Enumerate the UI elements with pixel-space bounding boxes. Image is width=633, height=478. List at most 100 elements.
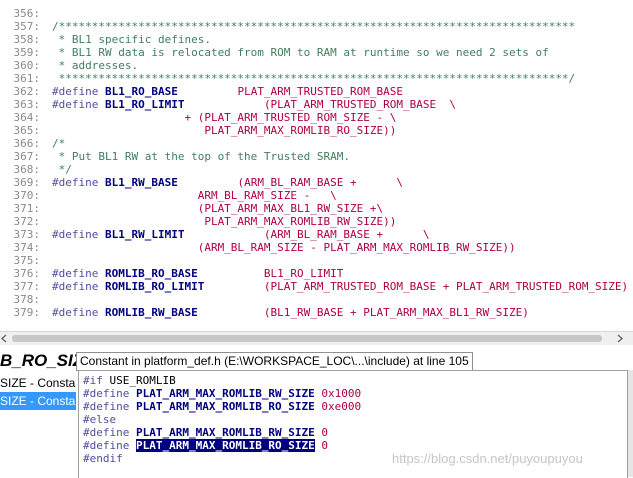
code-token: 0: [314, 439, 329, 452]
code-token: * BL1 specific defines.: [52, 33, 211, 46]
code-token: (ARM_BL_RAM_BASE + \: [184, 228, 430, 241]
line-number: 378:: [13, 293, 41, 306]
code-text: ****************************************…: [52, 72, 576, 85]
code-token: #define: [83, 439, 136, 452]
definition-line: #endif: [83, 452, 123, 465]
line-number: 369:: [13, 176, 41, 189]
line-number: 358:: [13, 33, 41, 46]
line-number: 365:: [13, 124, 41, 137]
code-token: BL1_RO_LIMIT: [197, 267, 344, 280]
code-token: #if: [83, 374, 110, 387]
code-token: #define: [52, 267, 105, 280]
code-token: #define: [52, 280, 105, 293]
popup-vertical-scrollbar[interactable]: [628, 370, 633, 477]
code-line: 356:: [0, 7, 633, 20]
code-line: 358: * BL1 specific defines.: [0, 33, 633, 46]
line-number: 367:: [13, 150, 41, 163]
code-token: 0xe000: [314, 400, 362, 413]
code-token: (PLAT_ARM_TRUSTED_ROM_BASE + PLAT_ARM_TR…: [204, 280, 629, 293]
definition-line: #define PLAT_ARM_MAX_ROMLIB_RO_SIZE 0xe0…: [83, 400, 361, 413]
code-text: ARM_BL_RAM_SIZE - \: [52, 189, 337, 202]
code-token: BL1_RO_LIMIT: [104, 98, 185, 111]
scroll-right-icon[interactable]: [615, 334, 624, 343]
code-text: #define BL1_RW_BASE (ARM_BL_RAM_BASE + \: [52, 176, 403, 189]
code-token: #define: [52, 306, 105, 319]
code-text: + (PLAT_ARM_TRUSTED_ROM_SIZE - \: [52, 111, 396, 124]
line-number: 368:: [13, 163, 41, 176]
code-text: /*: [52, 137, 65, 150]
code-token: (PLAT_ARM_MAX_BL1_RW_SIZE +\: [52, 202, 384, 215]
code-token: + (PLAT_ARM_TRUSTED_ROM_SIZE - \: [52, 111, 397, 124]
definition-line: #define PLAT_ARM_MAX_ROMLIB_RW_SIZE 0: [83, 426, 328, 439]
definition-line: #define PLAT_ARM_MAX_ROMLIB_RO_SIZE 0: [83, 439, 328, 452]
code-line: 378:: [0, 293, 633, 306]
code-text: * Put BL1 RW at the top of the Trusted S…: [52, 150, 350, 163]
code-text: PLAT_ARM_MAX_ROMLIB_RW_SIZE)): [52, 215, 396, 228]
code-text: #define ROMLIB_RW_BASE (BL1_RW_BASE + PL…: [52, 306, 529, 319]
line-number: 377:: [13, 280, 41, 293]
code-line: 361: ***********************************…: [0, 72, 633, 85]
code-token: #define: [52, 176, 105, 189]
code-token: * Put BL1 RW at the top of the Trusted S…: [52, 150, 351, 163]
code-token: PLAT_ARM_MAX_ROMLIB_RW_SIZE: [135, 387, 315, 400]
scrollbar-thumb[interactable]: [12, 335, 602, 342]
code-token: #define: [83, 400, 136, 413]
line-number: 373:: [13, 228, 41, 241]
code-token: PLAT_ARM_MAX_ROMLIB_RO_SIZE)): [52, 124, 397, 137]
code-token: PLAT_ARM_MAX_ROMLIB_RW_SIZE)): [52, 215, 397, 228]
line-number: 376:: [13, 267, 41, 280]
code-text: * BL1 specific defines.: [52, 33, 211, 46]
code-token: BL1_RO_BASE: [104, 85, 178, 98]
code-token: #define: [83, 387, 136, 400]
code-line: 366: /*: [0, 137, 633, 150]
code-text: PLAT_ARM_MAX_ROMLIB_RO_SIZE)): [52, 124, 396, 137]
code-line: 365: PLAT_ARM_MAX_ROMLIB_RO_SIZE)): [0, 124, 633, 137]
line-number: 372:: [13, 215, 41, 228]
code-line: 362: #define BL1_RO_BASE PLAT_ARM_TRUSTED…: [0, 85, 633, 98]
code-line: 373: #define BL1_RW_LIMIT (ARM_BL_RAM_BAS…: [0, 228, 633, 241]
code-text: (PLAT_ARM_MAX_BL1_RW_SIZE +\: [52, 202, 383, 215]
code-token: (ARM_BL_RAM_BASE + \: [177, 176, 404, 189]
code-token: * BL1 RW data is relocated from ROM to R…: [52, 46, 549, 59]
code-line: 379: #define ROMLIB_RW_BASE (BL1_RW_BASE …: [0, 306, 633, 319]
code-text: #define BL1_RW_LIMIT (ARM_BL_RAM_BASE + …: [52, 228, 430, 241]
code-text: (ARM_BL_RAM_SIZE - PLAT_ARM_MAX_ROMLIB_R…: [52, 241, 516, 254]
scroll-left-icon[interactable]: [0, 334, 9, 343]
code-token: BL1_RW_LIMIT: [104, 228, 185, 241]
code-line: 370: ARM_BL_RAM_SIZE - \: [0, 189, 633, 202]
code-token: PLAT_ARM_TRUSTED_ROM_BASE: [177, 85, 404, 98]
code-line: 376: #define ROMLIB_RO_BASE BL1_RO_LIMIT: [0, 267, 633, 280]
code-editor[interactable]: 356: 357:/*******************************…: [0, 0, 633, 330]
code-text: #define ROMLIB_RO_BASE BL1_RO_LIMIT: [52, 267, 343, 280]
code-text: * addresses.: [52, 59, 138, 72]
line-number: 356:: [13, 7, 41, 20]
code-line: 360: * addresses.: [0, 59, 633, 72]
horizontal-scrollbar[interactable]: [0, 331, 633, 345]
definition-line: #define PLAT_ARM_MAX_ROMLIB_RW_SIZE 0x10…: [83, 387, 361, 400]
outline-list-item-selected[interactable]: SIZE - Consta: [0, 392, 76, 410]
code-text: */: [52, 163, 72, 176]
code-token: #else: [83, 413, 117, 426]
code-token: ROMLIB_RO_LIMIT: [104, 280, 205, 293]
line-number: 370:: [13, 189, 41, 202]
code-line: 364: + (PLAT_ARM_TRUSTED_ROM_SIZE - \: [0, 111, 633, 124]
code-token: PLAT_ARM_MAX_ROMLIB_RW_SIZE: [135, 426, 315, 439]
code-line: 359: * BL1 RW data is relocated from ROM…: [0, 46, 633, 59]
code-token: ROMLIB_RW_BASE: [104, 306, 198, 319]
symbol-info-tooltip: Constant in platform_def.h (E:\WORKSPACE…: [76, 352, 473, 371]
code-token: PLAT_ARM_MAX_ROMLIB_RO_SIZE: [135, 400, 315, 413]
code-line: 367: * Put BL1 RW at the top of the Trus…: [0, 150, 633, 163]
code-token: ARM_BL_RAM_SIZE - \: [52, 189, 337, 202]
outline-list-item[interactable]: SIZE - Consta: [0, 374, 76, 392]
code-token: #define: [83, 426, 136, 439]
line-number: 361:: [13, 72, 41, 85]
definition-line: #else: [83, 413, 116, 426]
code-token: 0x1000: [314, 387, 362, 400]
line-number: 375:: [13, 254, 41, 267]
line-number: 364:: [13, 111, 41, 124]
code-token: ****************************************…: [52, 72, 576, 85]
code-line: 368: */: [0, 163, 633, 176]
code-line: 357: /***********************************…: [0, 20, 633, 33]
line-number: 374:: [13, 241, 41, 254]
line-number: 379:: [13, 306, 41, 319]
